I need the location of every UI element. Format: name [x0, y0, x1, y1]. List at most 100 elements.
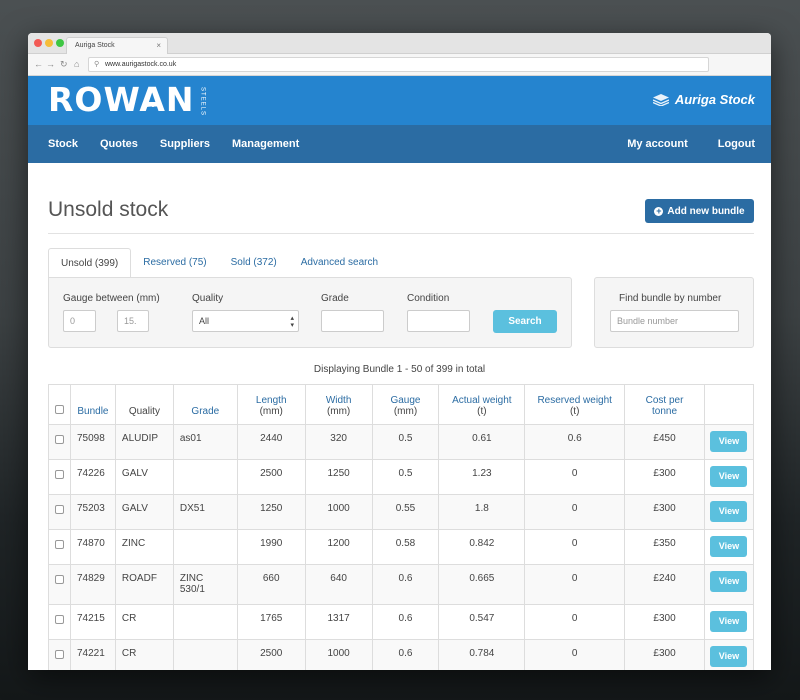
nav-management[interactable]: Management — [232, 138, 299, 150]
cell-length: 2500 — [236, 459, 306, 495]
row-checkbox[interactable] — [54, 435, 64, 444]
url-input[interactable]: ⚲ www.aurigastock.co.uk — [88, 57, 709, 72]
cell-grade-text: as01 — [179, 433, 202, 444]
row-checkbox[interactable] — [54, 540, 64, 549]
row-checkbox-cell — [48, 459, 71, 495]
header-grade[interactable]: Grade — [172, 384, 238, 425]
cell-gauge: 0.6 — [371, 639, 440, 670]
cell-grade-text: DX51 — [179, 503, 205, 514]
cell-grade-text: ZINC — [179, 573, 204, 584]
row-checkbox-cell — [48, 424, 71, 460]
nav-logout[interactable]: Logout — [718, 138, 755, 150]
header-gauge-unit: (mm) — [393, 406, 418, 417]
cell-gauge: 0.58 — [371, 529, 440, 565]
cell-grade: DX51 — [172, 494, 238, 530]
nav-stock[interactable]: Stock — [48, 138, 78, 150]
maximize-window-button[interactable] — [56, 39, 64, 47]
header-gauge[interactable]: Gauge (mm) — [371, 384, 440, 425]
add-new-bundle-button[interactable]: + Add new bundle — [645, 199, 754, 223]
cell-length: 2500 — [236, 639, 306, 670]
cell-length: 2440 — [236, 424, 306, 460]
row-checkbox[interactable] — [54, 575, 64, 584]
browser-tab[interactable]: Auriga Stock × — [66, 37, 168, 54]
cell-width: 1000 — [304, 639, 373, 670]
rowan-logo[interactable]: ROWAN STEELS — [48, 83, 207, 119]
bundle-number-input[interactable]: Bundle number — [610, 310, 739, 332]
cell-grade — [172, 639, 238, 670]
header-actual-weight[interactable]: Actual weight (t) — [438, 384, 526, 425]
header-reserved-weight-unit: (t) — [569, 406, 580, 417]
cell-grade — [172, 459, 238, 495]
table-row: 74226 GALV 2500 1250 0.5 1.23 0 £300 View — [48, 459, 755, 495]
cell-gauge: 0.5 — [371, 424, 440, 460]
stock-tabs: Unsold (399) Reserved (75) Sold (372) Ad… — [48, 248, 390, 278]
url-text: www.aurigastock.co.uk — [105, 61, 177, 68]
nav-my-account[interactable]: My account — [627, 138, 688, 150]
results-summary: Displaying Bundle 1 - 50 of 399 in total — [313, 364, 486, 375]
forward-arrow-icon[interactable]: → — [46, 59, 55, 69]
nav-suppliers[interactable]: Suppliers — [160, 138, 210, 150]
minimize-window-button[interactable] — [45, 39, 53, 47]
search-button[interactable]: Search — [493, 310, 557, 333]
cell-actual-weight: 0.784 — [438, 639, 526, 670]
condition-input[interactable] — [407, 310, 470, 332]
gauge-min-value: 0 — [70, 316, 76, 326]
tab-unsold[interactable]: Unsold (399) — [48, 248, 132, 278]
view-button[interactable]: View — [710, 536, 748, 557]
close-window-button[interactable] — [34, 39, 42, 47]
cell-grade — [172, 604, 238, 640]
bundle-number-placeholder: Bundle number — [617, 316, 679, 326]
row-checkbox[interactable] — [54, 470, 64, 479]
view-button[interactable]: View — [710, 646, 748, 667]
header-quality: Quality — [114, 384, 174, 425]
cell-quality: ROADF — [114, 564, 174, 605]
plus-circle-icon: + — [654, 205, 664, 216]
cell-grade — [172, 529, 238, 565]
row-checkbox[interactable] — [54, 650, 64, 659]
main-nav: Stock Quotes Suppliers Management My acc… — [28, 125, 771, 163]
header-reserved-weight-label: Reserved weight — [537, 395, 612, 406]
select-all-checkbox[interactable] — [54, 405, 64, 414]
table-row: 74870 ZINC 1990 1200 0.58 0.842 0 £350 View — [48, 529, 755, 565]
cell-quality: CR — [114, 639, 174, 670]
cell-actual-weight: 0.547 — [438, 604, 526, 640]
tab-close-icon[interactable]: × — [156, 41, 161, 50]
cell-quality: ZINC — [114, 529, 174, 565]
cell-reserved-weight: 0 — [524, 459, 626, 495]
cell-quality: ALUDIP — [114, 424, 174, 460]
header-cost-per-tonne[interactable]: Cost per tonne — [624, 384, 705, 425]
tab-sold[interactable]: Sold (372) — [219, 248, 289, 278]
header-bundle[interactable]: Bundle — [69, 384, 116, 425]
tab-advanced-search[interactable]: Advanced search — [289, 248, 390, 278]
header-length[interactable]: Length (mm) — [236, 384, 306, 425]
cell-reserved-weight: 0 — [524, 604, 626, 640]
reload-icon[interactable]: ↻ — [60, 59, 68, 70]
quality-select[interactable]: All ▴ ▾ — [192, 310, 299, 332]
back-arrow-icon[interactable]: ← — [34, 59, 43, 69]
view-button[interactable]: View — [710, 501, 748, 522]
view-button[interactable]: View — [710, 571, 748, 592]
nav-quotes[interactable]: Quotes — [100, 138, 138, 150]
browser-window: Auriga Stock × ← → ↻ ⌂ ⚲ www.aurigastock… — [28, 33, 771, 670]
grade-label: Grade — [321, 293, 349, 304]
cell-cost: £350 — [624, 529, 705, 565]
cell-actual-weight: 1.23 — [438, 459, 526, 495]
header-reserved-weight[interactable]: Reserved weight (t) — [524, 384, 626, 425]
gauge-min-input[interactable]: 0 — [63, 310, 96, 332]
tab-reserved[interactable]: Reserved (75) — [131, 248, 218, 278]
view-button[interactable]: View — [710, 466, 748, 487]
quality-selected-value: All — [199, 316, 210, 326]
header-width[interactable]: Width (mm) — [304, 384, 373, 425]
row-checkbox[interactable] — [54, 615, 64, 624]
view-button[interactable]: View — [710, 611, 748, 632]
gauge-max-input[interactable]: 15. — [117, 310, 149, 332]
row-checkbox[interactable] — [54, 505, 64, 514]
home-icon[interactable]: ⌂ — [74, 59, 79, 69]
cell-actual-weight: 0.61 — [438, 424, 526, 460]
row-checkbox-cell — [48, 639, 71, 670]
view-button[interactable]: View — [710, 431, 748, 452]
table-row: 74829 ROADF ZINC 530/1 660 640 0.6 0.665 0 £240 Vi… — [48, 564, 755, 605]
header-gauge-label: Gauge — [390, 395, 421, 406]
grade-input[interactable] — [321, 310, 384, 332]
table-header-row: Bundle Quality Grade Length (mm) Width (mm… — [48, 384, 755, 425]
